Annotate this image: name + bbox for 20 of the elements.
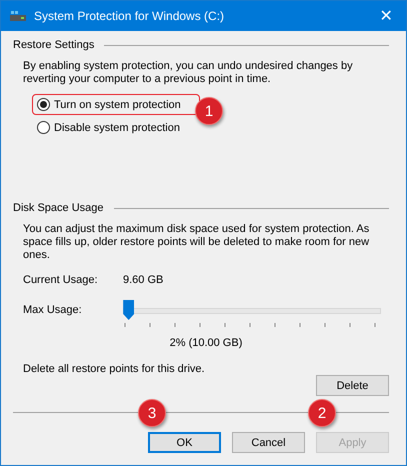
delete-button[interactable]: Delete [316, 375, 389, 396]
step-badge: 1 [195, 97, 223, 125]
group-heading: Disk Space Usage [13, 202, 104, 214]
description-text: By enabling system protection, you can undo undesired changes by reverting your computer to a previous point in time. [23, 60, 354, 86]
field-label: Current Usage: [23, 274, 99, 286]
group-heading: Restore Settings [13, 39, 94, 51]
close-button[interactable]: ✕ [366, 6, 406, 26]
slider-reading: 2% (10.00 GB) [170, 337, 242, 349]
slider-track[interactable] [123, 300, 381, 320]
usage-value: 9.60 GB [123, 274, 164, 286]
field-label: Max Usage: [23, 304, 83, 316]
dialog-button[interactable]: Cancel [232, 432, 305, 453]
window-title: System Protection for Windows (C:) [34, 9, 226, 23]
step-badge: 3 [138, 399, 166, 427]
description-text: You can adjust the maximum disk space used for system protection. As space fills up, older restore points will be deleted to make room for new ones. [23, 223, 370, 262]
slider-thumb[interactable] [123, 300, 134, 320]
drive-icon [10, 10, 26, 22]
dialog-button[interactable]: OK [148, 432, 221, 453]
step-badge: 2 [308, 399, 336, 427]
delete-description: Delete all restore points for this drive. [23, 363, 205, 375]
